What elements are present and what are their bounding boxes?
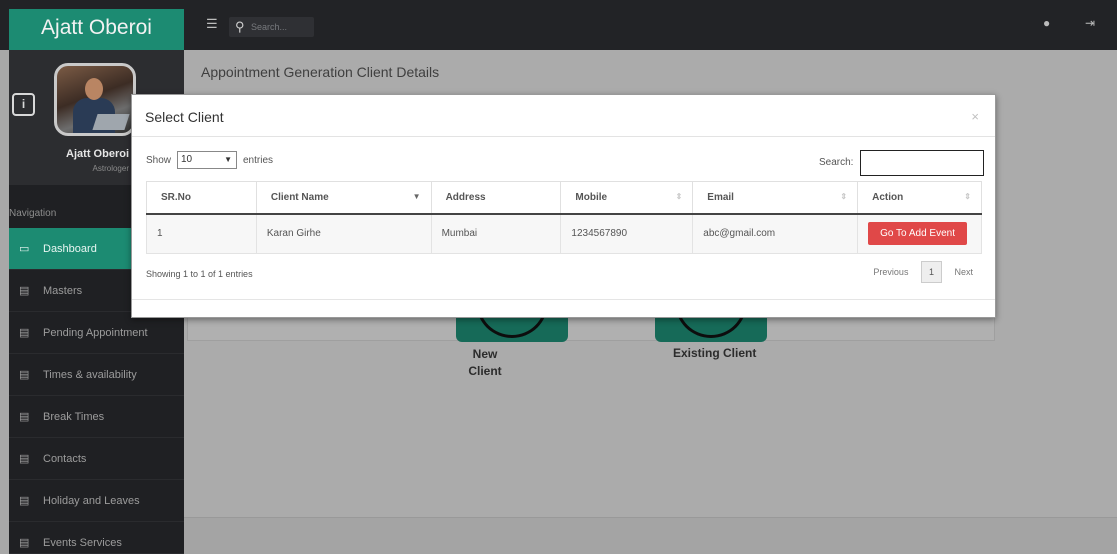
avatar: [54, 63, 136, 136]
column-header-client-name[interactable]: Client Name ▼: [255, 181, 432, 215]
entries-select-value: 10: [181, 154, 193, 165]
brand-logo[interactable]: Ajatt Oberoi: [9, 9, 184, 50]
search-input[interactable]: [251, 19, 311, 35]
document-icon: ▤: [19, 453, 30, 465]
chevron-down-icon: ▼: [224, 155, 232, 164]
sidebar-item-label: Break Times: [43, 411, 105, 423]
sidebar-item-label: Holiday and Leaves: [43, 495, 140, 507]
column-header-mobile[interactable]: Mobile ⇕: [560, 181, 694, 215]
modal-title: Select Client: [145, 109, 224, 125]
sidebar-item-break-times[interactable]: ▤ Break Times: [9, 396, 184, 438]
cell-client-name: Karan Girhe: [255, 213, 432, 254]
sort-icon: ⇕: [675, 192, 683, 201]
cell-address: Mumbai: [430, 213, 562, 254]
length-suffix: entries: [243, 155, 274, 166]
sidebar-item-pending-appointment[interactable]: ▤ Pending Appointment: [9, 312, 184, 354]
column-header-sr-no[interactable]: SR.No: [146, 181, 257, 215]
existing-client-label[interactable]: Existing Client: [673, 346, 756, 360]
sidebar-item-label: Dashboard: [43, 243, 97, 255]
info-icon[interactable]: i: [12, 93, 35, 116]
column-header-action[interactable]: Action ⇕: [857, 181, 982, 215]
user-name: Ajatt Oberoi: [66, 148, 129, 160]
table-info: Showing 1 to 1 of 1 entries: [146, 269, 253, 279]
search-icon: ⚲: [235, 19, 245, 34]
user-role: Astrologer: [92, 164, 129, 173]
page-title: Appointment Generation Client Details: [201, 64, 440, 80]
page-1-button[interactable]: 1: [920, 261, 942, 283]
modal-footer-divider: [132, 299, 995, 300]
modal-header: Select Client ×: [132, 95, 995, 137]
logout-icon[interactable]: ⇥: [1085, 16, 1095, 30]
document-icon: ▤: [19, 285, 30, 297]
sidebar-item-events-services[interactable]: ▤ Events Services: [9, 522, 184, 554]
footer: [184, 517, 1117, 554]
search-box[interactable]: ⚲: [229, 17, 314, 37]
document-icon: ▤: [19, 369, 30, 381]
chat-icon[interactable]: ●: [1043, 16, 1050, 30]
sidebar-item-times-availability[interactable]: ▤ Times & availability: [9, 354, 184, 396]
sort-desc-icon: ▼: [412, 192, 421, 201]
previous-page-button[interactable]: Previous: [873, 267, 908, 277]
document-icon: ▤: [19, 495, 30, 507]
sidebar-item-label: Masters: [43, 285, 83, 297]
close-icon[interactable]: ×: [971, 109, 979, 124]
document-icon: ▤: [19, 411, 30, 423]
monitor-icon: ▭: [19, 243, 30, 255]
document-icon: ▤: [19, 537, 30, 549]
sort-icon: ⇕: [840, 192, 848, 201]
go-to-add-event-button[interactable]: Go To Add Event: [868, 222, 967, 246]
sidebar-item-label: Events Services: [43, 537, 122, 549]
cell-email: abc@gmail.com: [692, 213, 859, 254]
entries-select[interactable]: 10 ▼: [177, 151, 237, 169]
length-label: Show: [146, 155, 172, 166]
table-header-row: SR.No Client Name ▼ Address Mobile ⇕ Email…: [146, 181, 982, 215]
menu-toggle-icon[interactable]: ☰: [206, 17, 218, 30]
sidebar-item-label: Contacts: [43, 453, 87, 465]
table-row: 1 Karan Girhe Mumbai 1234567890 abc@gmai…: [146, 213, 982, 254]
clients-table: SR.No Client Name ▼ Address Mobile ⇕ Email…: [146, 181, 982, 254]
sidebar-item-holiday-leaves[interactable]: ▤ Holiday and Leaves: [9, 480, 184, 522]
cell-mobile: 1234567890: [560, 213, 694, 254]
cell-action: Go To Add Event: [857, 213, 982, 254]
table-search-input[interactable]: [860, 150, 984, 176]
sidebar-item-contacts[interactable]: ▤ Contacts: [9, 438, 184, 480]
top-navbar: Ajatt Oberoi ☰ ⚲ ● ⇥: [0, 0, 1117, 50]
column-header-address[interactable]: Address: [430, 181, 562, 215]
cell-sr-no: 1: [146, 213, 257, 254]
new-client-label[interactable]: New Client: [455, 346, 515, 380]
select-client-modal: Select Client × Show 10 ▼ entries Search…: [131, 94, 996, 318]
column-header-email[interactable]: Email ⇕: [692, 181, 859, 215]
nav-heading: Navigation: [9, 208, 57, 219]
sidebar-item-label: Pending Appointment: [43, 327, 148, 339]
pagination: Previous 1 Next: [873, 261, 973, 283]
sidebar-item-label: Times & availability: [43, 369, 137, 381]
document-icon: ▤: [19, 327, 30, 339]
sort-icon: ⇕: [964, 192, 971, 201]
table-search-label: Search:: [819, 157, 854, 168]
next-page-button[interactable]: Next: [954, 267, 973, 277]
